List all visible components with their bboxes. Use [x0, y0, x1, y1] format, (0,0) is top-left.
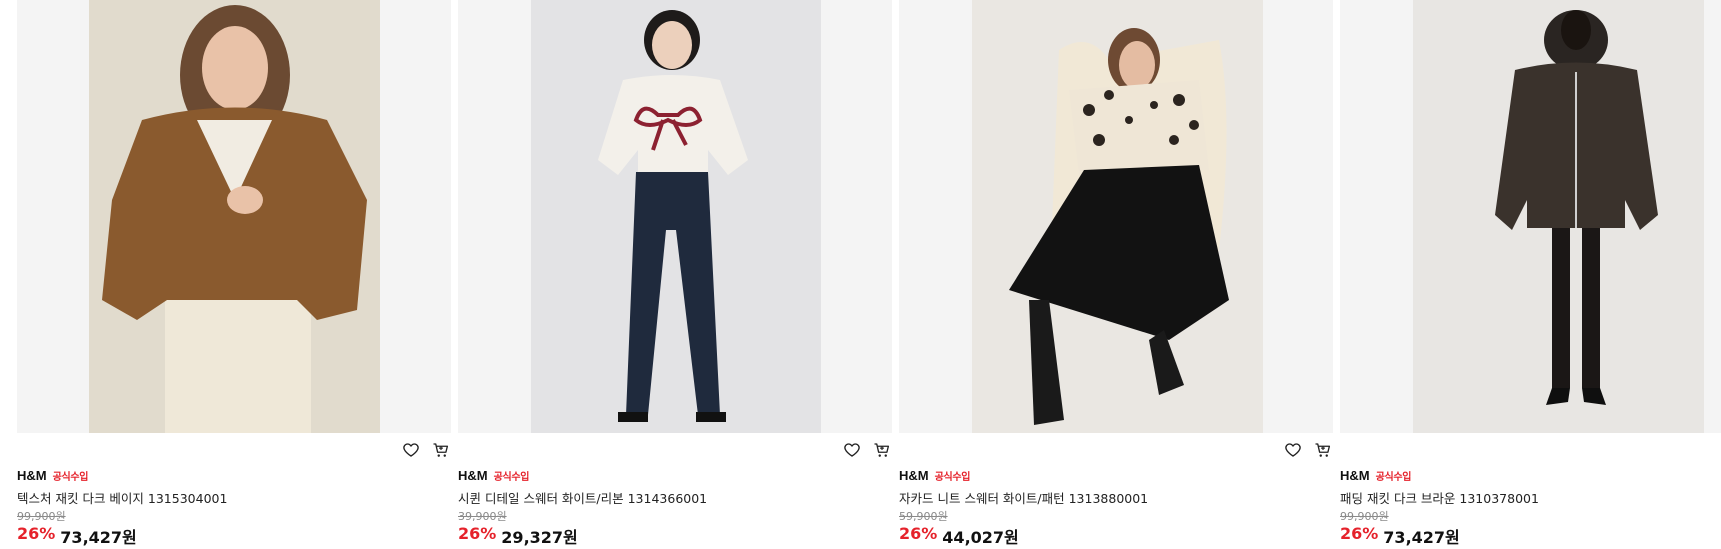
discount-rate: 26%	[17, 524, 56, 543]
cart-icon[interactable]	[1313, 440, 1333, 460]
brand-name[interactable]: H&M	[458, 468, 488, 483]
cart-icon[interactable]	[431, 440, 451, 460]
product-name[interactable]: 시퀸 디테일 스웨터 화이트/리본 1314366001	[458, 488, 707, 507]
original-price: 59,900원	[899, 510, 948, 523]
product-image[interactable]	[1340, 0, 1721, 433]
heart-icon[interactable]	[842, 440, 862, 460]
original-price: 99,900원	[17, 510, 66, 523]
brand-name[interactable]: H&M	[1340, 468, 1370, 483]
heart-icon[interactable]	[1283, 440, 1303, 460]
product-card[interactable]: H&M 공식수입 자카드 니트 스웨터 화이트/패턴 1313880001 59…	[899, 0, 1333, 549]
discount-rate: 26%	[899, 524, 938, 543]
discount-rate: 26%	[1340, 524, 1379, 543]
official-import-badge: 공식수입	[493, 472, 530, 483]
cart-icon[interactable]	[872, 440, 892, 460]
product-image[interactable]	[899, 0, 1333, 433]
product-name[interactable]: 패딩 재킷 다크 브라운 1310378001	[1340, 488, 1539, 507]
official-import-badge: 공식수입	[1375, 472, 1412, 483]
product-name[interactable]: 텍스처 재킷 다크 베이지 1315304001	[17, 488, 227, 507]
official-import-badge: 공식수입	[934, 472, 971, 483]
product-card[interactable]: H&M 공식수입 시퀸 디테일 스웨터 화이트/리본 1314366001 39…	[458, 0, 892, 549]
product-image[interactable]	[17, 0, 451, 433]
heart-icon[interactable]	[401, 440, 421, 460]
sale-price: 73,427원	[1383, 528, 1460, 547]
official-import-badge: 공식수입	[52, 472, 89, 483]
product-name[interactable]: 자카드 니트 스웨터 화이트/패턴 1313880001	[899, 488, 1148, 507]
sale-price: 44,027원	[942, 528, 1019, 547]
product-image[interactable]	[458, 0, 892, 433]
product-card[interactable]: H&M 공식수입 패딩 재킷 다크 브라운 1310378001 99,900원…	[1340, 0, 1721, 549]
brand-name[interactable]: H&M	[17, 468, 47, 483]
sale-price: 73,427원	[60, 528, 137, 547]
brand-name[interactable]: H&M	[899, 468, 929, 483]
sale-price: 29,327원	[501, 528, 578, 547]
original-price: 99,900원	[1340, 510, 1389, 523]
original-price: 39,900원	[458, 510, 507, 523]
product-card[interactable]: H&M 공식수입 텍스처 재킷 다크 베이지 1315304001 99,900…	[17, 0, 451, 549]
discount-rate: 26%	[458, 524, 497, 543]
